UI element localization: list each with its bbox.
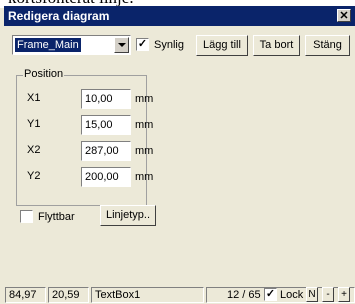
status-bar: 84,97 20,59 TextBox1 12 / 65 ✓ Lock N - … <box>4 286 355 304</box>
position-legend: Position <box>23 68 65 80</box>
minus-button[interactable]: - <box>322 287 334 302</box>
n-button[interactable]: N <box>306 287 318 302</box>
y2-label: Y2 <box>27 170 41 182</box>
y1-unit: mm <box>135 119 154 131</box>
x2-unit: mm <box>135 145 154 157</box>
y2-field[interactable]: 200,00 <box>81 167 131 187</box>
y1-field[interactable]: 15,00 <box>81 115 131 135</box>
visible-label: Synlig <box>154 39 184 51</box>
x1-unit: mm <box>135 93 154 105</box>
x2-field[interactable]: 287,00 <box>81 141 131 161</box>
status-object: TextBox1 <box>91 287 204 303</box>
dialog-title: Redigera diagram <box>8 9 110 23</box>
x1-label: X1 <box>27 92 41 104</box>
lock-label: Lock <box>280 289 304 301</box>
close-button[interactable]: Stäng <box>305 35 350 56</box>
lock-checkbox[interactable]: ✓ <box>264 288 277 301</box>
add-button[interactable]: Lägg till <box>196 35 248 56</box>
remove-button[interactable]: Ta bort <box>253 35 300 56</box>
y1-label: Y1 <box>27 118 41 130</box>
chevron-down-icon[interactable] <box>114 37 129 53</box>
movable-checkbox[interactable] <box>20 210 33 223</box>
page-indicator: 12 / 65 <box>227 289 261 301</box>
title-bar: Redigera diagram ✕ <box>4 6 355 26</box>
frame-select-value: Frame_Main <box>15 38 81 52</box>
position-group: Position X1 10,00 mm Y1 15,00 mm X2 287,… <box>16 68 153 206</box>
frame-select[interactable]: Frame_Main <box>12 35 131 55</box>
status-y: 20,59 <box>48 287 89 303</box>
y2-unit: mm <box>135 171 154 183</box>
line-type-button[interactable]: Linjetyp.. <box>100 205 156 226</box>
x1-field[interactable]: 10,00 <box>81 89 131 109</box>
close-icon[interactable]: ✕ <box>337 9 351 22</box>
edit-diagram-dialog: Redigera diagram ✕ Frame_Main ✓ Synlig L… <box>4 6 355 304</box>
status-x: 84,97 <box>5 287 46 303</box>
x2-label: X2 <box>27 144 41 156</box>
visible-checkbox[interactable]: ✓ <box>136 38 149 51</box>
movable-label: Flyttbar <box>38 211 75 223</box>
plus-button[interactable]: + <box>338 287 350 302</box>
